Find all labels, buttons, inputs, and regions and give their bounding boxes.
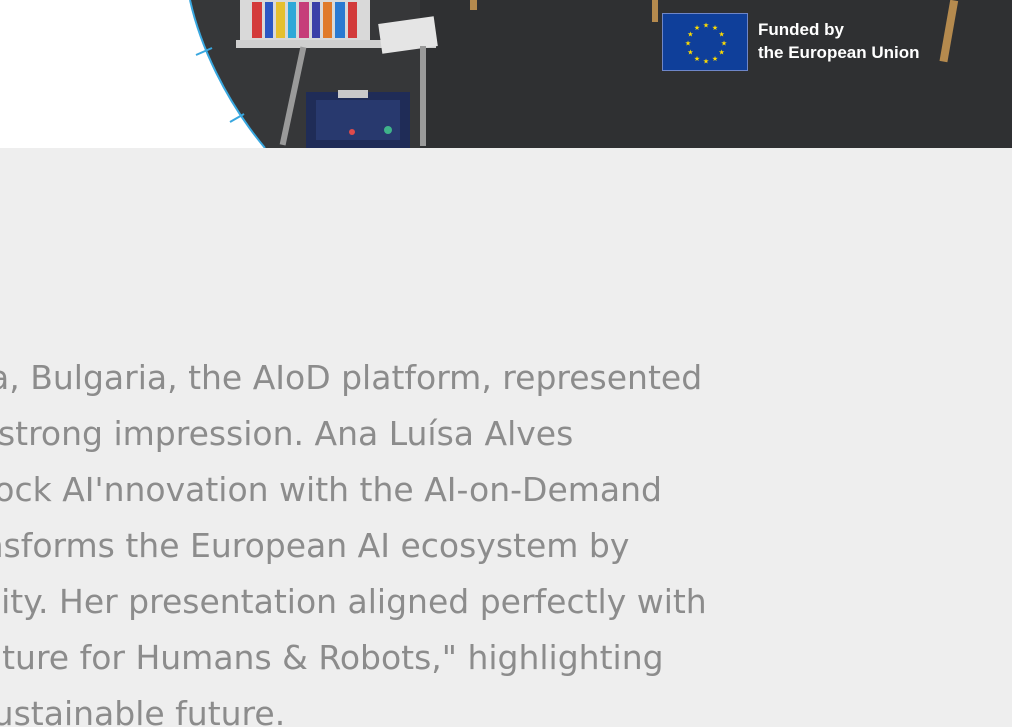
eu-funding-badge: ★ ★ ★ ★ ★ ★ ★ ★ ★ ★ ★ ★ Funded by the European Unio… — [662, 13, 942, 73]
eu-star-icon: ★ — [703, 58, 709, 66]
article-paragraph: r 23 in Sofia, Bulgaria, the AIoD platfo… — [0, 350, 1000, 727]
eu-star-icon: ★ — [687, 49, 693, 57]
eu-star-icon: ★ — [687, 31, 693, 39]
eu-star-icon: ★ — [694, 24, 700, 32]
article-line: m, made a strong impression. Ana Luísa A… — [0, 414, 574, 453]
eu-star-icon: ★ — [703, 22, 709, 30]
article-line: d accessibility. Her presentation aligne… — [0, 582, 707, 621]
eu-star-icon: ★ — [718, 31, 724, 39]
eu-star-icon: ★ — [712, 55, 718, 63]
article-line: r 23 in Sofia, Bulgaria, the AIoD platfo… — [0, 358, 703, 397]
eu-star-icon: ★ — [721, 40, 727, 48]
eu-funding-text: Funded by the European Union — [758, 18, 920, 64]
eu-star-icon: ★ — [694, 55, 700, 63]
article-line: inclusive, sustainable future. — [0, 694, 286, 727]
event-photo-banner: ★ ★ ★ ★ ★ ★ ★ ★ ★ ★ ★ ★ Funded by the European Unio… — [0, 0, 1012, 148]
eu-star-icon: ★ — [718, 49, 724, 57]
article-line: w AIoD transforms the European AI ecosys… — [0, 526, 630, 565]
article-line: inable AI Future for Humans & Robots," h… — [0, 638, 664, 677]
eu-star-icon: ★ — [685, 40, 691, 48]
eu-star-icon: ★ — [712, 24, 718, 32]
article-line: ynote, "Unlock AI'nnovation with the AI-… — [0, 470, 662, 509]
eu-funding-line2: the European Union — [758, 43, 920, 62]
eu-funding-line1: Funded by — [758, 20, 844, 39]
article-body: r 23 in Sofia, Bulgaria, the AIoD platfo… — [0, 350, 1012, 727]
eu-flag-icon: ★ ★ ★ ★ ★ ★ ★ ★ ★ ★ ★ ★ — [662, 13, 748, 71]
